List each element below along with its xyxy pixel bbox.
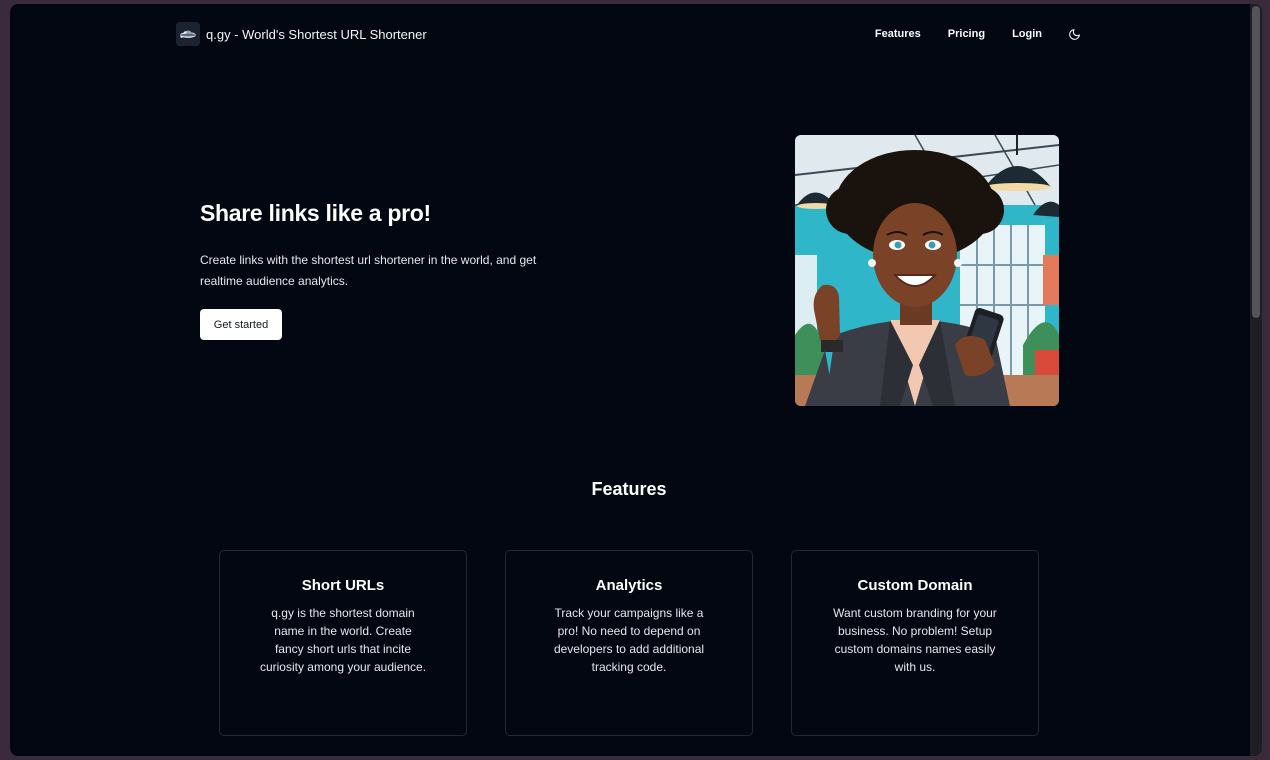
get-started-button[interactable]: Get started <box>200 309 282 340</box>
card-description: q.gy is the shortest domain name in the … <box>259 606 427 674</box>
feature-card-analytics: Analytics Track your campaigns like a pr… <box>505 550 753 736</box>
card-title: Analytics <box>595 577 663 594</box>
card-description: Track your campaigns like a pro! No need… <box>553 606 705 674</box>
card-title: Short URLs <box>301 577 385 594</box>
hero-title: Share links like a pro! <box>200 200 431 226</box>
moon-icon[interactable] <box>1066 26 1082 42</box>
hero-illustration <box>795 135 1059 406</box>
features-title: Features <box>591 479 667 499</box>
logo-icon <box>176 22 200 46</box>
vertical-scrollbar[interactable] <box>1250 4 1262 756</box>
nav-pricing-link[interactable]: Pricing <box>948 28 985 40</box>
nav-features-link[interactable]: Features <box>875 28 921 40</box>
card-title: Custom Domain <box>857 577 973 594</box>
brand-name: q.gy - World's Shortest URL Shortener <box>206 26 427 42</box>
scrollbar-thumb[interactable] <box>1252 6 1260 318</box>
card-description: Want custom branding for your business. … <box>833 606 997 674</box>
nav-login-link[interactable]: Login <box>1012 28 1042 40</box>
brand-link[interactable]: q.gy - World's Shortest URL Shortener <box>176 22 427 46</box>
site-header: q.gy - World's Shortest URL Shortener Fe… <box>176 22 1082 46</box>
feature-card-short-urls: Short URLs q.gy is the shortest domain n… <box>219 550 467 736</box>
hero-description: Create links with the shortest url short… <box>200 253 537 288</box>
feature-card-custom-domain: Custom Domain Want custom branding for y… <box>791 550 1039 736</box>
browser-window: q.gy - World's Shortest URL Shortener Fe… <box>10 4 1262 756</box>
main-nav: Features Pricing Login <box>875 22 1082 46</box>
